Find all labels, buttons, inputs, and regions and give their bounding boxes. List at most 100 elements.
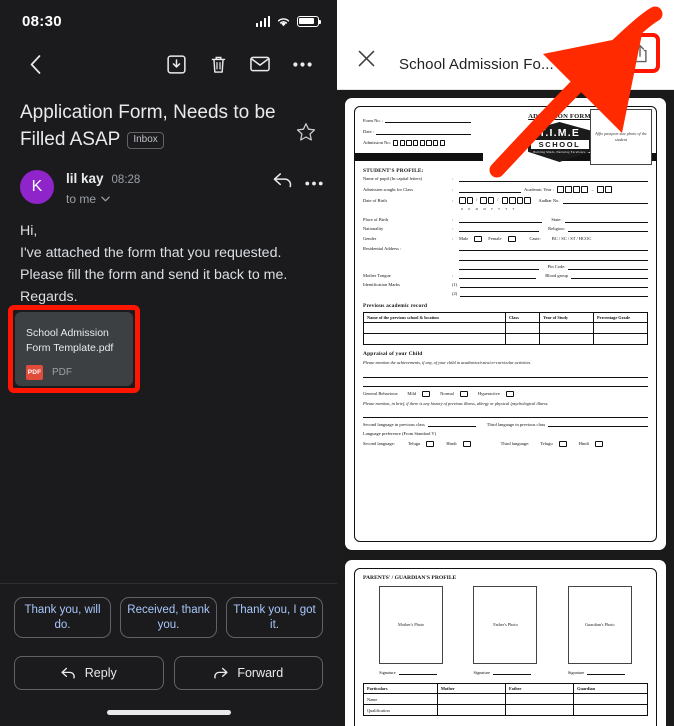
- form-date-label: Date :: [363, 129, 375, 135]
- previous-academic-record-table: Name of the previous school & location C…: [363, 312, 648, 346]
- save-to-drive-button[interactable]: [580, 43, 610, 73]
- parent-photo-row: Mother's Photo Signature Father's Photo …: [363, 586, 648, 675]
- table-row: Name: [363, 693, 648, 705]
- guardian-photo-box: Guardian's Photo: [567, 586, 632, 664]
- forward-action-button[interactable]: Forward: [173, 656, 323, 690]
- admission-form-page-1: Form No. : Date : Admission No. ADMISSIO…: [354, 106, 657, 542]
- col-mother: Mother: [436, 683, 506, 694]
- admission-no-boxes: [392, 140, 446, 146]
- mother-photo-box: Mother's Photo: [379, 586, 444, 664]
- share-highlight-box: [620, 33, 660, 73]
- label-dob: Date of Birth: [363, 197, 387, 203]
- admission-no-label: Admission No.: [363, 140, 391, 146]
- label-third-language: Third language:: [500, 440, 530, 446]
- battery-icon: [297, 15, 322, 27]
- label-second-language: Second language:: [363, 440, 395, 446]
- reply-action-button[interactable]: Reply: [14, 656, 164, 690]
- body-line-2: I've attached the form that you requeste…: [20, 244, 288, 283]
- caste-options: BC / SC / ST / HCOC: [551, 236, 592, 242]
- save-to-drive-icon: [585, 49, 605, 67]
- archive-button[interactable]: [155, 45, 197, 83]
- label-place-of-birth: Place of Birth: [363, 216, 388, 222]
- checkbox-female[interactable]: [507, 236, 516, 243]
- label-caste: Caste:: [529, 236, 541, 242]
- subject-area: Application Form, Needs to be Filled ASA…: [0, 86, 337, 154]
- behaviour-option-mild: Mild: [407, 390, 417, 396]
- email-toolbar: [0, 42, 337, 86]
- pdf-document-scroll[interactable]: Form No. : Date : Admission No. ADMISSIO…: [337, 90, 674, 726]
- col-percentage: Percentage Grade: [593, 312, 648, 324]
- behaviour-option-hyperactive: Hyperactive: [477, 390, 500, 396]
- label-female: Female: [488, 236, 502, 242]
- checkbox-third-hindi[interactable]: [594, 440, 603, 447]
- back-button[interactable]: [14, 45, 56, 83]
- pdf-viewer-panel: School Admission Fo... Form No.: Date:…: [337, 0, 674, 726]
- mark-2-label: (2): [452, 291, 458, 297]
- body-line-1: Hi,: [20, 222, 38, 239]
- delete-button[interactable]: [197, 45, 239, 83]
- checkbox-male[interactable]: [474, 236, 483, 243]
- father-photo-cell: Father's Photo Signature: [473, 586, 538, 675]
- checkbox-second-hindi[interactable]: [462, 440, 471, 447]
- col-father: Father: [504, 683, 575, 694]
- avatar[interactable]: K: [20, 169, 54, 204]
- attachment-card[interactable]: School Admission Form Template.pdf PDF P…: [15, 312, 133, 386]
- wifi-icon: [277, 17, 290, 26]
- label-second-lang-prev: Second language in previous class: [363, 421, 425, 427]
- smart-reply-row: Thank you, will do. Received, thank you.…: [0, 583, 337, 638]
- status-time: 08:30: [22, 12, 62, 30]
- checkbox-third-telugu[interactable]: [558, 440, 567, 447]
- appraisal-text: Please mention the achievements, if any,…: [363, 360, 532, 366]
- logo-tagline: Building Minds, Nurturing Excellence: [533, 151, 586, 154]
- label-name-of-pupil: Name of pupil (In capital letters): [363, 176, 423, 182]
- previous-record-heading: Previous academic record: [363, 303, 428, 310]
- dob-caption: D D M M Y Y Y Y: [461, 208, 517, 212]
- reply-button[interactable]: [273, 172, 293, 193]
- mark-unread-button[interactable]: [239, 45, 281, 83]
- smart-reply-chip-2[interactable]: Received, thank you.: [120, 597, 217, 638]
- star-button[interactable]: [296, 100, 316, 147]
- status-bar: 08:30: [0, 0, 337, 42]
- row-label-name: Name: [363, 693, 438, 705]
- page-title: Application Form, Needs to be Filled ASA…: [20, 100, 290, 154]
- pdf-title: School Admission Fo...: [399, 56, 554, 73]
- close-button[interactable]: [351, 43, 381, 73]
- label-aadhar: Aadhar No.: [538, 197, 560, 203]
- parents-profile-heading: PARENTS' / GUARDIAN'S PROFILE: [363, 575, 457, 581]
- third-lang-hindi: Hindi: [578, 440, 589, 446]
- illness-text: Please mention, in brief, if there is an…: [363, 401, 549, 407]
- label-general-behaviour: General Behaviour:: [363, 390, 399, 396]
- checkbox-normal[interactable]: [459, 390, 468, 397]
- school-logo: T.I.M.E SCHOOL Building Minds, Nurturing…: [527, 122, 592, 162]
- guardian-photo-cell: Guardian's Photo Signature: [567, 586, 632, 675]
- table-row: [363, 322, 648, 335]
- checkbox-second-telugu[interactable]: [426, 440, 435, 447]
- label-male: Male: [459, 236, 469, 242]
- col-class: Class: [504, 312, 541, 324]
- archive-icon: [166, 54, 186, 74]
- label-academic-year: Academic Year :: [524, 187, 554, 193]
- share-button[interactable]: [625, 38, 655, 68]
- second-lang-hindi: Hindi: [446, 440, 457, 446]
- smart-reply-chip-1[interactable]: Thank you, will do.: [14, 597, 111, 638]
- share-upload-icon: [633, 44, 647, 62]
- row-label-qualification: Qualification: [363, 704, 438, 716]
- sender-name: lil kay: [66, 170, 104, 186]
- label-state: State:: [551, 216, 562, 222]
- smart-reply-chip-3[interactable]: Thank you, I got it.: [226, 597, 323, 638]
- recipient-row[interactable]: to me: [66, 192, 261, 206]
- forward-arrow-icon: [214, 667, 228, 679]
- message-more-button[interactable]: [305, 173, 323, 191]
- email-body: Hi, I've attached the form that you requ…: [0, 206, 337, 308]
- attachment-filename: School Admission Form Template.pdf: [26, 327, 114, 355]
- more-options-icon: [292, 61, 312, 67]
- parents-particulars-table: Particulars Mother Father Guardian Name …: [363, 683, 648, 716]
- checkbox-hyperactive[interactable]: [505, 390, 514, 397]
- recipient-label: to me: [66, 191, 97, 206]
- more-options-button[interactable]: [281, 45, 323, 83]
- pdf-file-icon: PDF: [26, 365, 43, 381]
- checkbox-mild[interactable]: [422, 390, 431, 397]
- app-screenshot: 08:30 Application Form, Needs to be Fill…: [0, 0, 674, 726]
- forward-action-label: Forward: [237, 666, 284, 680]
- form-no-label: Form No. :: [363, 117, 384, 123]
